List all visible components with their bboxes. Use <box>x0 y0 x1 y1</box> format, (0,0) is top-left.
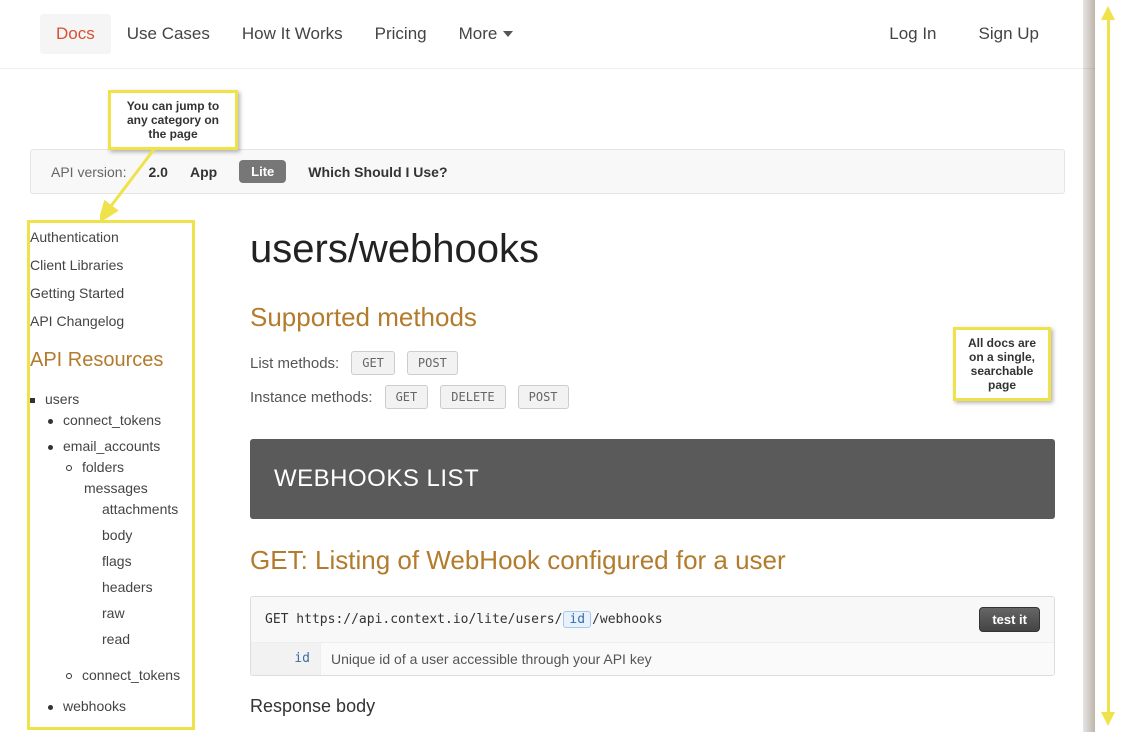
list-get-button[interactable]: GET <box>351 351 395 375</box>
page-title: users/webhooks <box>250 227 1055 272</box>
sidebar-link-client[interactable]: Client Libraries <box>30 251 220 279</box>
content: users/webhooks Supported methods List me… <box>250 219 1065 732</box>
endpoint-box: GET https://api.context.io/lite/users/ i… <box>250 596 1055 676</box>
edge-shadow <box>1083 0 1095 732</box>
inst-post-button[interactable]: POST <box>518 385 569 409</box>
endpoint-param-id[interactable]: id <box>563 611 591 628</box>
inst-delete-button[interactable]: DELETE <box>440 385 505 409</box>
nav-more[interactable]: More <box>443 14 530 54</box>
tree-read[interactable]: read <box>102 626 220 652</box>
list-post-button[interactable]: POST <box>407 351 458 375</box>
param-id-name: id <box>251 643 321 675</box>
endpoint-suffix: /webhooks <box>592 612 662 627</box>
tree-folders[interactable]: folders messages attachments body flags … <box>66 454 220 662</box>
nav-login[interactable]: Log In <box>873 14 952 54</box>
version-app[interactable]: App <box>190 164 217 180</box>
response-body-heading: Response body <box>250 696 1055 717</box>
tree-connect-tokens-2[interactable]: connect_tokens <box>66 662 220 688</box>
tree-messages[interactable]: messages attachments body flags headers … <box>84 475 220 657</box>
sidebar-heading: API Resources <box>30 349 220 372</box>
test-it-button[interactable]: test it <box>979 607 1040 632</box>
nav-more-label: More <box>459 24 498 44</box>
tree-attachments[interactable]: attachments <box>102 496 220 522</box>
nav-use-cases[interactable]: Use Cases <box>111 14 226 54</box>
sidebar: Authentication Client Libraries Getting … <box>30 219 220 732</box>
get-heading: GET: Listing of WebHook configured for a… <box>250 545 1055 576</box>
nav-pricing[interactable]: Pricing <box>359 14 443 54</box>
top-nav: Docs Use Cases How It Works Pricing More… <box>0 0 1095 69</box>
nav-docs[interactable]: Docs <box>40 14 111 54</box>
param-id-desc: Unique id of a user accessible through y… <box>321 643 662 675</box>
version-which[interactable]: Which Should I Use? <box>308 164 447 180</box>
tree-users[interactable]: users connect_tokens email_accounts fold… <box>30 386 220 724</box>
webhooks-list-banner: WEBHOOKS LIST <box>250 439 1055 519</box>
inst-get-button[interactable]: GET <box>385 385 429 409</box>
tree-flags[interactable]: flags <box>102 548 220 574</box>
tree-connect-tokens[interactable]: connect_tokens <box>48 407 220 433</box>
vertical-arrow-icon <box>1105 6 1111 726</box>
sidebar-link-auth[interactable]: Authentication <box>30 223 220 251</box>
sidebar-link-getting[interactable]: Getting Started <box>30 279 220 307</box>
list-methods-label: List methods: <box>250 355 339 372</box>
tree-raw[interactable]: raw <box>102 600 220 626</box>
tree-webhooks[interactable]: webhooks <box>48 693 220 719</box>
nav-how-it-works[interactable]: How It Works <box>226 14 359 54</box>
version-label: API version: <box>51 164 126 180</box>
version-lite[interactable]: Lite <box>239 160 286 183</box>
tree-headers[interactable]: headers <box>102 574 220 600</box>
version-bar: API version: 2.0 App Lite Which Should I… <box>30 149 1065 194</box>
tree-body[interactable]: body <box>102 522 220 548</box>
annotation-single-page: All docs are on a single, searchable pag… <box>953 327 1051 401</box>
endpoint-prefix: GET https://api.context.io/lite/users/ <box>265 612 562 627</box>
sidebar-link-changelog[interactable]: API Changelog <box>30 307 220 335</box>
instance-methods-label: Instance methods: <box>250 389 373 406</box>
annotation-jump: You can jump to any category on the page <box>108 90 238 150</box>
version-number[interactable]: 2.0 <box>148 164 167 180</box>
chevron-down-icon <box>503 31 513 37</box>
nav-signup[interactable]: Sign Up <box>963 14 1055 54</box>
tree-email-accounts[interactable]: email_accounts folders messages attachme… <box>48 433 220 693</box>
supported-methods-heading: Supported methods <box>250 302 1055 333</box>
